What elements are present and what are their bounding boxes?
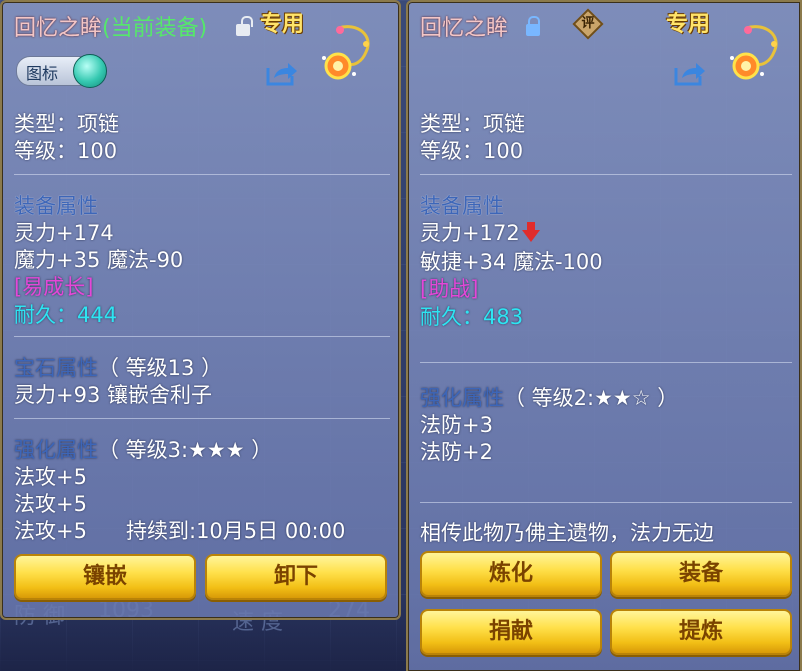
enhance-attr-header: 强化属性（ 等级2:★★☆ ） [420,382,678,412]
equip-button[interactable]: 装备 [610,551,792,597]
enhance-attr: 法攻+5 [14,492,87,516]
icon-toggle[interactable]: 图标 [16,54,107,88]
unequip-button[interactable]: 卸下 [205,554,387,600]
item-title: 回忆之眸(当前装备) [14,10,207,42]
divider [14,174,390,175]
special-tag: [易成长] [14,275,94,299]
rate-badge-label: 评 [581,16,595,31]
special-tag: [助战] [420,277,479,301]
enhance-attr: 法防+2 [420,440,493,464]
gem-attr-header: 宝石属性（ 等级13 ） [14,352,222,382]
item-type: 类型：项链 [14,112,119,136]
durability-label: 耐久： [420,305,483,329]
compare-item-tooltip: 回忆之眸 评 专用 类型：项链 等级：100 装备属性 灵力+172 敏捷+34… [406,0,802,671]
equip-attr-heading: 装备属性 [14,194,98,218]
rate-badge[interactable]: 评 [572,8,604,40]
exclusive-label: 专用 [666,12,711,37]
divider [420,362,792,363]
item-name: 回忆之眸 [420,16,509,41]
gem-level: （ 等级13 ） [98,356,223,380]
enhance-heading: 强化属性 [14,438,98,462]
necklace-icon [322,25,370,80]
equipped-tag: (当前装备) [102,16,208,41]
icon-toggle-label: 图标 [26,64,59,83]
item-level: 等级：100 [14,139,118,163]
enhance-heading: 强化属性 [420,386,504,410]
equip-attr-heading: 装备属性 [420,194,504,218]
enhance-attr: 法攻+5 [14,519,87,543]
divider [14,418,390,419]
durability: 耐久：444 [14,299,117,329]
attr-line: 灵力+174 [14,221,114,245]
toggle-knob [73,54,107,88]
gem-heading: 宝石属性 [14,356,98,380]
necklace-icon [730,25,778,80]
extract-button[interactable]: 提炼 [610,609,792,655]
share-icon[interactable] [674,60,706,86]
duration-text: 持续到:10月5日 00:00 [126,519,346,543]
donate-button[interactable]: 捐献 [420,609,602,655]
attr-line: 灵力+172 [420,217,540,247]
attr-line: 敏捷+34 魔法-100 [420,250,603,274]
attr-line: 魔力+35 魔法-90 [14,248,184,272]
divider [420,174,792,175]
decrease-arrow-icon [521,222,540,242]
attr-text: 灵力+172 [420,221,520,245]
equipped-item-tooltip: 回忆之眸(当前装备) 专用 图标 类型：项链 等级：100 装备属性 灵力+17… [0,0,401,620]
enhance-attr: 法防+3 [420,413,493,437]
durability-value: 444 [77,303,118,327]
lock-icon[interactable] [526,16,540,36]
enhance-level: （ 等级2:★★☆ ） [504,386,679,410]
divider [14,336,390,337]
durability-value: 483 [483,305,524,329]
gem-attr: 灵力+93 镶嵌舍利子 [14,383,212,407]
refine-button[interactable]: 炼化 [420,551,602,597]
enhance-attr-header: 强化属性（ 等级3:★★★ ） [14,434,272,464]
item-title: 回忆之眸 [420,10,508,42]
enhance-level: （ 等级3:★★★ ） [98,438,273,462]
item-name: 回忆之眸 [14,16,103,41]
divider [420,502,792,503]
inlay-button[interactable]: 镶嵌 [14,554,196,600]
unlock-icon[interactable] [236,16,253,36]
item-description: 相传此物乃佛主遗物，法力无边 [420,521,714,545]
durability: 耐久：483 [420,301,523,331]
item-type: 类型：项链 [420,112,525,136]
item-level: 等级：100 [420,139,524,163]
enhance-attr: 法攻+5 [14,465,87,489]
share-icon[interactable] [266,60,298,86]
durability-label: 耐久： [14,303,77,327]
exclusive-label: 专用 [260,12,305,37]
